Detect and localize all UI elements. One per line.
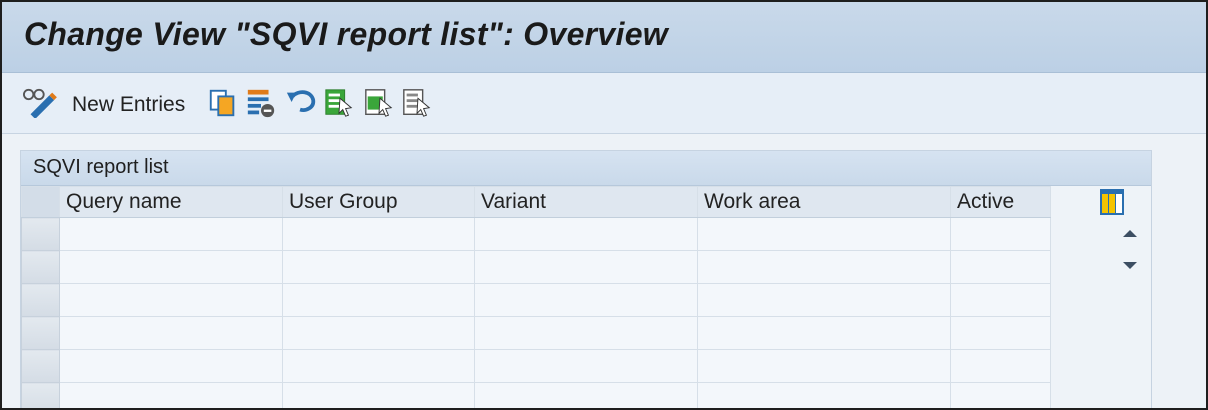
table-title: SQVI report list <box>33 156 169 178</box>
column-header-active[interactable]: Active <box>950 186 1051 218</box>
variant-cell[interactable] <box>474 349 698 383</box>
page-title: Change View "SQVI report list": Overview <box>24 16 668 52</box>
column-header-user-group[interactable]: User Group <box>282 186 475 218</box>
column-header-work-area[interactable]: Work area <box>697 186 951 218</box>
user-group-cell[interactable] <box>282 382 475 408</box>
row-selector[interactable] <box>21 316 60 350</box>
display-change-icon[interactable] <box>20 86 58 118</box>
active-cell[interactable] <box>950 250 1051 284</box>
active-cell[interactable] <box>950 283 1051 317</box>
user-group-cell[interactable] <box>282 250 475 284</box>
query-name-cell[interactable] <box>59 250 283 284</box>
work-area-cell[interactable] <box>697 382 951 408</box>
sap-window: Change View "SQVI report list": Overview… <box>0 0 1208 410</box>
table-header-row: Query name User Group Variant Work area … <box>21 186 1051 218</box>
delete-icon[interactable] <box>244 87 278 119</box>
table-control: SQVI report list Query name User Group V… <box>20 150 1152 408</box>
query-name-cell[interactable] <box>59 382 283 408</box>
table-row <box>21 349 1051 383</box>
copy-icon[interactable] <box>206 87 240 119</box>
select-all-icon[interactable] <box>322 87 356 119</box>
report-list-table: Query name User Group Variant Work area … <box>21 186 1051 408</box>
active-cell[interactable] <box>950 217 1051 251</box>
table-row <box>21 217 1051 251</box>
work-area-cell[interactable] <box>697 316 951 350</box>
table-row <box>21 250 1051 284</box>
column-settings-icon[interactable] <box>1099 188 1125 216</box>
active-cell[interactable] <box>950 382 1051 408</box>
select-all-rows-cell[interactable] <box>21 186 60 218</box>
query-name-cell[interactable] <box>59 316 283 350</box>
table-row <box>21 316 1051 350</box>
application-toolbar: New Entries <box>2 73 1206 134</box>
work-area-cell[interactable] <box>697 250 951 284</box>
row-selector[interactable] <box>21 217 60 251</box>
title-bar: Change View "SQVI report list": Overview <box>2 2 1206 73</box>
column-header-query-name[interactable]: Query name <box>59 186 283 218</box>
user-group-cell[interactable] <box>282 349 475 383</box>
undo-icon[interactable] <box>284 87 318 119</box>
scroll-down-icon[interactable] <box>1120 260 1140 272</box>
variant-cell[interactable] <box>474 250 698 284</box>
variant-cell[interactable] <box>474 217 698 251</box>
table-row <box>21 382 1051 408</box>
user-group-cell[interactable] <box>282 217 475 251</box>
work-area-cell[interactable] <box>697 283 951 317</box>
work-area-cell[interactable] <box>697 217 951 251</box>
table-row <box>21 283 1051 317</box>
user-group-cell[interactable] <box>282 283 475 317</box>
row-selector[interactable] <box>21 250 60 284</box>
query-name-cell[interactable] <box>59 349 283 383</box>
active-cell[interactable] <box>950 349 1051 383</box>
row-selector[interactable] <box>21 349 60 383</box>
table-title-bar: SQVI report list <box>21 151 1151 186</box>
variant-cell[interactable] <box>474 283 698 317</box>
query-name-cell[interactable] <box>59 217 283 251</box>
new-entries-button[interactable]: New Entries <box>72 93 185 117</box>
variant-cell[interactable] <box>474 316 698 350</box>
row-selector[interactable] <box>21 382 60 408</box>
query-name-cell[interactable] <box>59 283 283 317</box>
work-area-cell[interactable] <box>697 349 951 383</box>
scroll-up-icon[interactable] <box>1120 227 1140 239</box>
deselect-all-icon[interactable] <box>400 87 434 119</box>
active-cell[interactable] <box>950 316 1051 350</box>
user-group-cell[interactable] <box>282 316 475 350</box>
content-area: SQVI report list Query name User Group V… <box>2 134 1206 408</box>
row-selector[interactable] <box>21 283 60 317</box>
column-header-variant[interactable]: Variant <box>474 186 698 218</box>
variant-cell[interactable] <box>474 382 698 408</box>
select-block-icon[interactable] <box>362 87 396 119</box>
